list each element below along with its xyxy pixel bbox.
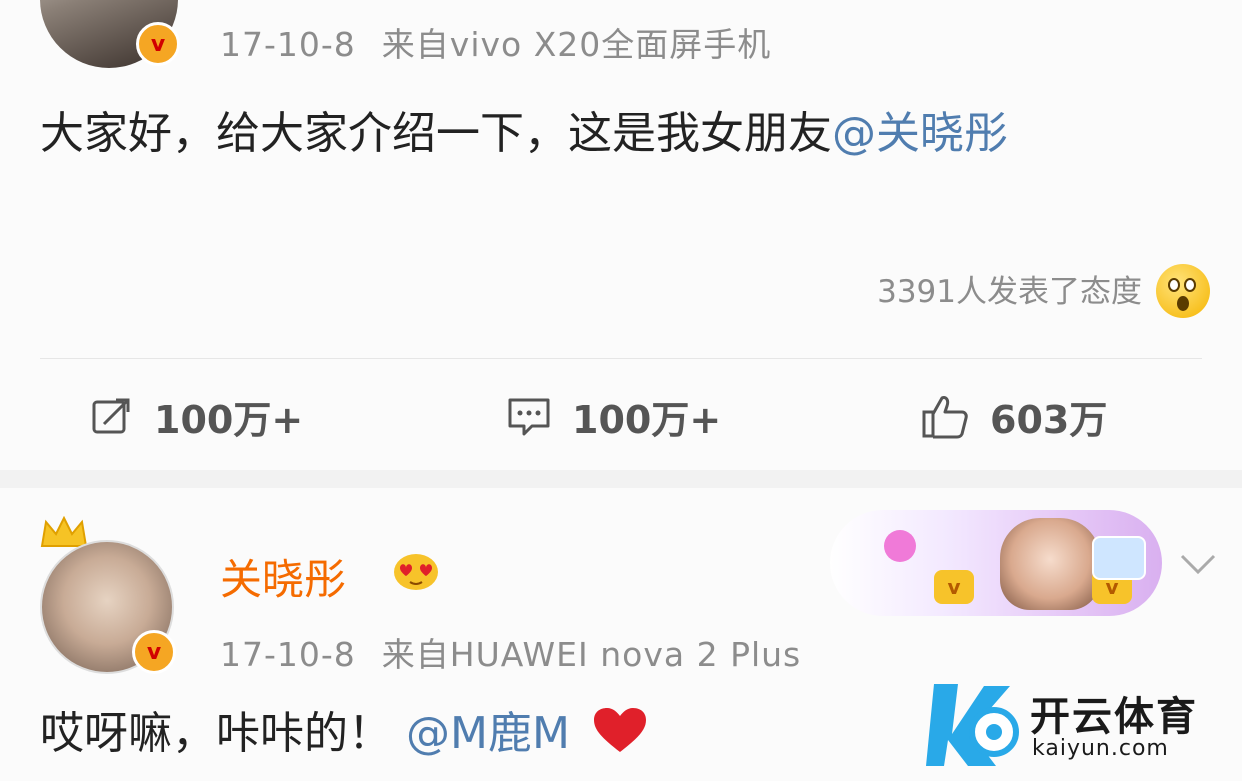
like-button[interactable]: 603万 bbox=[920, 388, 1107, 444]
mention-link[interactable]: @M鹿M bbox=[406, 708, 570, 759]
like-count: 603万 bbox=[990, 397, 1108, 442]
repost-button[interactable]: 100万+ bbox=[90, 388, 303, 444]
vip-medal-icon bbox=[394, 554, 438, 590]
post-date: 17-10-8 bbox=[220, 25, 356, 64]
repost-icon bbox=[92, 398, 130, 434]
watermark-name: 开云体育 bbox=[1030, 694, 1198, 740]
comment-count: 100万+ bbox=[572, 397, 722, 442]
chevron-down-icon[interactable] bbox=[1178, 552, 1218, 576]
comment-icon bbox=[508, 398, 550, 436]
divider bbox=[40, 358, 1202, 359]
watermark-url: kaiyun.com bbox=[1032, 736, 1169, 761]
post-text: 大家好，给大家介绍一下，这是我女朋友@关晓彤 bbox=[40, 98, 1200, 170]
kaiyun-logo-icon bbox=[926, 684, 1019, 766]
thumbs-up-icon bbox=[922, 396, 968, 439]
post-date: 17-10-8 bbox=[220, 635, 356, 674]
username-link[interactable]: 关晓彤 bbox=[220, 546, 346, 607]
mention-link[interactable]: @关晓彤 bbox=[832, 108, 1008, 159]
verified-badge-icon: v bbox=[136, 22, 180, 66]
verified-badge-icon: v bbox=[132, 630, 176, 674]
weibo-post-1: v 17-10-8 来自vivo X20全面屏手机 大家好，给大家介绍一下，这是我… bbox=[0, 0, 1242, 470]
repost-count: 100万+ bbox=[154, 397, 304, 442]
post-meta: 17-10-8 来自vivo X20全面屏手机 bbox=[220, 18, 771, 66]
post-source: 来自HUAWEI nova 2 Plus bbox=[381, 635, 802, 674]
post-text-plain: 大家好，给大家介绍一下，这是我女朋友 bbox=[40, 108, 832, 159]
decoration-card-banner[interactable]: v v bbox=[830, 510, 1162, 616]
post-meta: 17-10-8 来自HUAWEI nova 2 Plus bbox=[220, 628, 801, 676]
comment-button[interactable]: 100万+ bbox=[506, 388, 721, 444]
avatar bbox=[1000, 518, 1100, 610]
post-text-plain: 哎呀嘛，咔咔的！ bbox=[40, 708, 392, 759]
reaction-summary[interactable]: 3391人发表了态度 bbox=[877, 266, 1142, 311]
post-source: 来自vivo X20全面屏手机 bbox=[381, 25, 772, 64]
wow-emoji-icon bbox=[1156, 264, 1210, 318]
heart-icon bbox=[593, 708, 646, 752]
watermark: 开云体育 kaiyun.com bbox=[924, 674, 1224, 774]
